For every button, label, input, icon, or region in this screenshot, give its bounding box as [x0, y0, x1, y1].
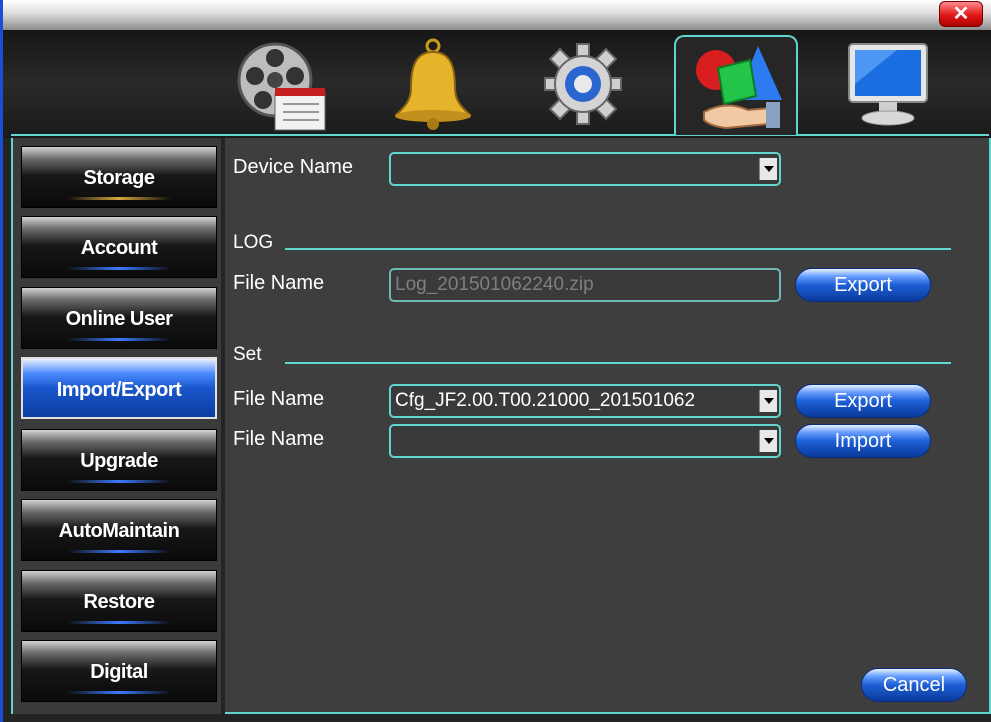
- set-import-file-select[interactable]: [389, 424, 781, 458]
- import-export-panel: Device Name LOG File Name Log_2015010622…: [225, 138, 991, 714]
- log-section-divider: [285, 248, 951, 250]
- set-export-file-label: File Name: [233, 388, 325, 410]
- tab-system[interactable]: [525, 38, 641, 134]
- close-button[interactable]: ✕: [939, 1, 983, 27]
- sidebar-item-import-export[interactable]: Import/Export: [21, 357, 217, 419]
- device-name-select[interactable]: [389, 152, 781, 186]
- chevron-down-icon[interactable]: [759, 158, 777, 180]
- log-file-name-field: Log_201501062240.zip: [389, 268, 781, 302]
- sidebar-item-storage[interactable]: Storage: [21, 146, 217, 208]
- sidebar-item-online-user[interactable]: Online User: [21, 287, 217, 349]
- settings-window: ✕ Storage Account Online User Import/Exp…: [0, 0, 991, 722]
- sidebar-item-automaintain[interactable]: AutoMaintain: [21, 499, 217, 561]
- set-import-file-label: File Name: [233, 428, 325, 450]
- tab-record[interactable]: [223, 38, 339, 134]
- sidebar-item-restore[interactable]: Restore: [21, 570, 217, 632]
- chevron-down-icon[interactable]: [759, 390, 777, 412]
- set-section-divider: [285, 362, 951, 364]
- log-section-title: LOG: [233, 232, 274, 253]
- chevron-down-icon[interactable]: [759, 430, 777, 452]
- device-name-label: Device Name: [233, 156, 354, 178]
- cancel-button[interactable]: Cancel: [861, 668, 967, 702]
- sidebar-item-upgrade[interactable]: Upgrade: [21, 429, 217, 491]
- film-reel-icon: [237, 42, 326, 131]
- set-section-title: Set: [233, 344, 262, 365]
- title-bar: ✕: [3, 0, 991, 30]
- log-export-button[interactable]: Export: [795, 268, 931, 302]
- sidebar-item-account[interactable]: Account: [21, 216, 217, 278]
- log-file-name-label: File Name: [233, 272, 325, 294]
- shapes-tools-icon: [696, 46, 782, 130]
- tab-tools[interactable]: [674, 35, 798, 135]
- set-export-button[interactable]: Export: [795, 384, 931, 418]
- tab-alarm[interactable]: [375, 38, 491, 134]
- bell-icon: [394, 38, 472, 130]
- set-export-file-select[interactable]: Cfg_JF2.00.T00.21000_201501062: [389, 384, 781, 418]
- tab-info[interactable]: [829, 38, 945, 134]
- sidebar: Storage Account Online User Import/Expor…: [11, 138, 221, 714]
- tab-bar-divider: [11, 134, 989, 136]
- sidebar-item-digital[interactable]: Digital: [21, 640, 217, 702]
- set-import-button[interactable]: Import: [795, 424, 931, 458]
- gear-icon: [544, 43, 622, 125]
- monitor-icon: [848, 43, 928, 126]
- set-export-file-value: Cfg_JF2.00.T00.21000_201501062: [395, 390, 696, 411]
